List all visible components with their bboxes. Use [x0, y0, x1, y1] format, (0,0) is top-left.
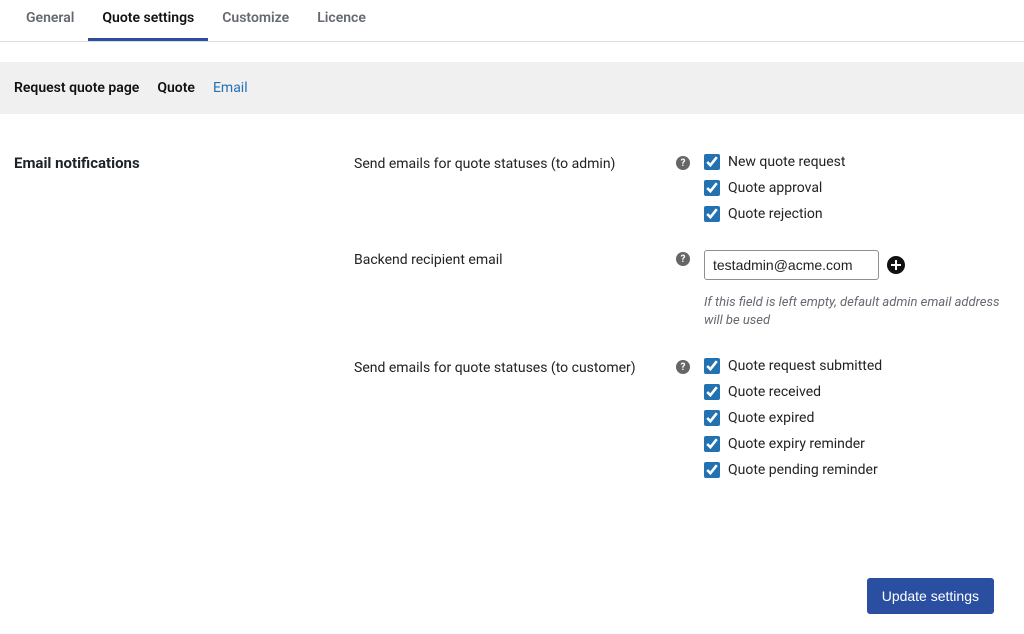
recipient-email-hint: If this field is left empty, default adm… — [704, 294, 1010, 330]
top-tabs: General Quote settings Customize Licence — [0, 0, 1024, 42]
settings-content: Email notifications Send emails for quot… — [0, 114, 1024, 518]
subnav-email[interactable]: Email — [213, 80, 248, 96]
sub-nav: Request quote page Quote Email — [0, 62, 1024, 114]
checkbox-quote-pending-reminder[interactable] — [704, 462, 720, 478]
recipient-email-input[interactable] — [704, 250, 879, 280]
customer-status-checkboxes: Quote request submitted Quote received Q… — [704, 358, 1010, 478]
checkbox-new-quote-request[interactable] — [704, 154, 720, 170]
tab-licence[interactable]: Licence — [303, 0, 380, 41]
section-title: Email notifications — [14, 154, 354, 172]
checkbox-label-quote-pending-reminder[interactable]: Quote pending reminder — [728, 462, 878, 478]
recipient-email-label: Backend recipient email — [354, 250, 674, 268]
checkbox-label-quote-expiry-reminder[interactable]: Quote expiry reminder — [728, 436, 865, 452]
admin-status-checkboxes: New quote request Quote approval Quote r… — [704, 154, 1010, 222]
update-settings-button[interactable]: Update settings — [867, 578, 994, 614]
tab-customize[interactable]: Customize — [208, 0, 303, 41]
add-email-button[interactable] — [887, 256, 905, 274]
admin-statuses-label: Send emails for quote statuses (to admin… — [354, 154, 674, 172]
checkbox-quote-rejection[interactable] — [704, 206, 720, 222]
checkbox-label-new-quote-request[interactable]: New quote request — [728, 154, 845, 170]
checkbox-label-quote-received[interactable]: Quote received — [728, 384, 821, 400]
checkbox-label-quote-expired[interactable]: Quote expired — [728, 410, 814, 426]
help-icon[interactable]: ? — [676, 360, 690, 374]
subnav-request-quote-page[interactable]: Request quote page — [14, 80, 139, 96]
checkbox-label-quote-request-submitted[interactable]: Quote request submitted — [728, 358, 882, 374]
help-icon[interactable]: ? — [676, 252, 690, 266]
checkbox-label-quote-approval[interactable]: Quote approval — [728, 180, 822, 196]
customer-statuses-label: Send emails for quote statuses (to custo… — [354, 358, 674, 376]
tab-quote-settings[interactable]: Quote settings — [88, 0, 208, 41]
footer: Update settings — [0, 518, 1024, 634]
checkbox-quote-request-submitted[interactable] — [704, 358, 720, 374]
checkbox-label-quote-rejection[interactable]: Quote rejection — [728, 206, 823, 222]
tab-general[interactable]: General — [12, 0, 88, 41]
checkbox-quote-approval[interactable] — [704, 180, 720, 196]
checkbox-quote-expired[interactable] — [704, 410, 720, 426]
plus-icon — [891, 260, 901, 270]
subnav-quote[interactable]: Quote — [157, 80, 195, 96]
checkbox-quote-received[interactable] — [704, 384, 720, 400]
checkbox-quote-expiry-reminder[interactable] — [704, 436, 720, 452]
help-icon[interactable]: ? — [676, 156, 690, 170]
